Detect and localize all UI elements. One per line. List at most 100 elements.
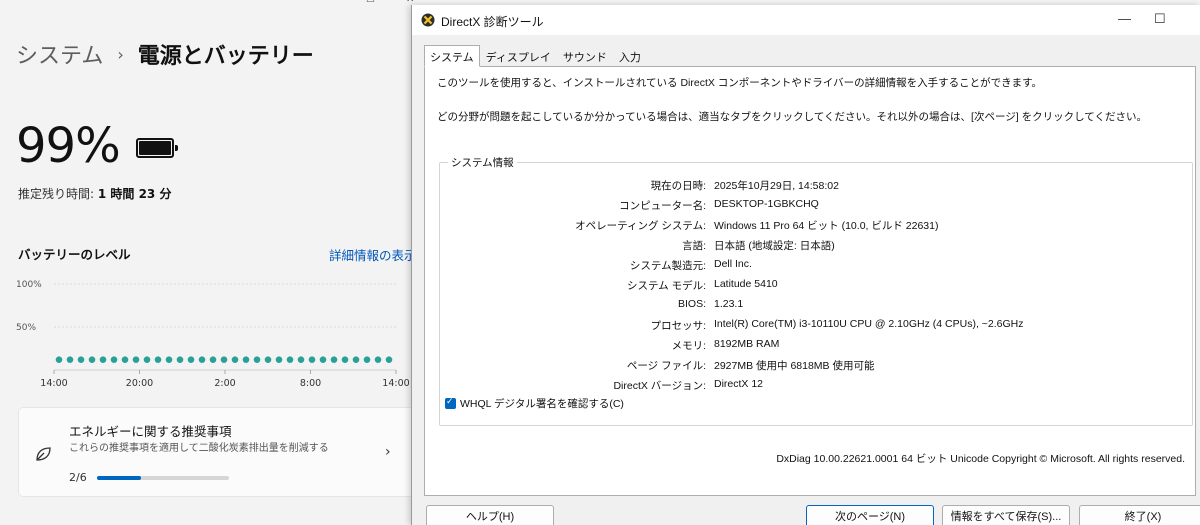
help-button[interactable]: ヘルプ(H): [426, 505, 554, 525]
chart-data-point: [209, 356, 217, 363]
minimize-icon[interactable]: —: [1118, 11, 1131, 26]
system-tab-panel: このツールを使用すると、インストールされている DirectX コンポーネントや…: [424, 66, 1196, 496]
leaf-icon: [36, 447, 51, 461]
chart-data-point: [275, 356, 283, 363]
remaining-time-value: 1 時間 23 分: [97, 187, 172, 201]
chart-data-point: [165, 356, 173, 363]
chart-data-point: [176, 356, 184, 363]
info-value: DESKTOP-1GBKCHQ: [714, 198, 819, 210]
next-page-button[interactable]: 次のページ(N): [806, 505, 934, 525]
chart-data-point: [187, 356, 195, 363]
info-value: Windows 11 Pro 64 ビット (10.0, ビルド 22631): [714, 220, 939, 232]
system-info-group-title: システム情報: [448, 155, 517, 170]
chart-data-point: [330, 356, 338, 363]
chart-data-point: [77, 356, 85, 363]
intro-text-2: どの分野が問題を起こしているか分かっている場合は、適当なタブをクリックしてくださ…: [437, 111, 1147, 123]
chart-x-tick-label: 14:00: [40, 378, 67, 389]
tab-sound[interactable]: サウンド: [557, 45, 613, 67]
whql-checkbox[interactable]: WHQL デジタル署名を確認する(C): [445, 396, 624, 411]
checkbox-checked-icon[interactable]: [445, 396, 456, 409]
info-row-bios: BIOS: 1.23.1: [440, 298, 1192, 316]
info-value: DirectX 12: [714, 378, 764, 390]
settings-window: — ☐ ✕ システム › 電源とバッテリー 99% 推定残り時間: 1 時間 2…: [0, 0, 430, 525]
info-row-model: システム モデル: Latitude 5410: [440, 278, 1192, 296]
maximize-icon[interactable]: ☐: [366, 0, 378, 6]
chart-data-point: [55, 356, 63, 363]
chart-data-point: [374, 356, 382, 363]
chart-x-tick-label: 20:00: [126, 378, 153, 389]
battery-level-heading: バッテリーのレベル: [18, 247, 131, 262]
chart-data-point: [231, 356, 239, 363]
recommendations-progress-label: 2/6: [69, 471, 87, 484]
info-label: 現在の日時:: [650, 180, 706, 192]
chart-data-point: [220, 356, 228, 363]
chart-data-point: [308, 356, 316, 363]
info-value: Intel(R) Core(TM) i3-10110U CPU @ 2.10GH…: [714, 318, 1024, 330]
show-details-link[interactable]: 詳細情報の表示: [329, 245, 417, 264]
chart-data-point: [66, 356, 74, 363]
minimize-icon[interactable]: —: [328, 0, 340, 6]
dxdiag-version-copyright: DxDiag 10.00.22621.0001 64 ビット Unicode C…: [776, 453, 1185, 465]
info-label: BIOS:: [677, 298, 706, 310]
battery-percentage: 99%: [16, 118, 121, 174]
info-value: 2927MB 使用中 6818MB 使用可能: [714, 360, 875, 372]
tab-display[interactable]: ディスプレイ: [480, 45, 557, 67]
info-label: プロセッサ:: [650, 320, 706, 332]
recommendations-progress-bar: [97, 476, 229, 480]
chart-data-point: [286, 356, 294, 363]
chart-data-point: [110, 356, 118, 363]
info-label: システム製造元:: [629, 260, 706, 272]
info-value: Dell Inc.: [714, 258, 752, 270]
dxdiag-titlebar: DirectX 診断ツール — ☐: [412, 5, 1200, 35]
info-label: DirectX バージョン:: [613, 380, 706, 392]
chart-x-tick-label: 2:00: [214, 378, 235, 389]
info-row-memory: メモリ: 8192MB RAM: [440, 338, 1192, 356]
tab-system[interactable]: システム: [424, 45, 480, 67]
chart-data-point: [352, 356, 360, 363]
info-row-computer-name: コンピューター名: DESKTOP-1GBKCHQ: [440, 198, 1192, 216]
system-info-group: システム情報 現在の日時: 2025年10月29日, 14:58:02 コンピュ…: [439, 155, 1193, 426]
battery-icon: [136, 138, 178, 158]
tab-list: システム ディスプレイ サウンド 入力: [424, 45, 647, 67]
info-label: 言語:: [682, 240, 706, 252]
chevron-right-icon: ›: [117, 44, 124, 64]
chart-data-point: [242, 356, 250, 363]
chart-data-point: [198, 356, 206, 363]
info-row-processor: プロセッサ: Intel(R) Core(TM) i3-10110U CPU @…: [440, 318, 1192, 336]
maximize-icon[interactable]: ☐: [1154, 11, 1166, 27]
info-value: 日本語 (地域設定: 日本語): [714, 240, 835, 252]
chart-data-point: [253, 356, 261, 363]
tab-input[interactable]: 入力: [613, 45, 647, 67]
remaining-time: 推定残り時間: 1 時間 23 分: [18, 185, 171, 202]
info-value: 1.23.1: [714, 298, 744, 310]
info-label: メモリ:: [671, 340, 706, 352]
chart-data-point: [264, 356, 272, 363]
chart-data-point: [121, 356, 129, 363]
chart-data-point: [363, 356, 371, 363]
chart-data-point: [99, 356, 107, 363]
energy-recommendations-card[interactable]: エネルギーに関する推奨事項 これらの推奨事項を適用して二酸化炭素排出量を削減する…: [18, 407, 418, 497]
info-label: ページ ファイル:: [626, 360, 706, 372]
chart-data-point: [88, 356, 96, 363]
whql-checkbox-label[interactable]: WHQL デジタル署名を確認する(C): [460, 396, 624, 411]
chart-data-point: [132, 356, 140, 363]
recommendations-subtitle: これらの推奨事項を適用して二酸化炭素排出量を削減する: [69, 443, 329, 454]
breadcrumb-system[interactable]: システム: [16, 38, 103, 70]
info-row-page-file: ページ ファイル: 2927MB 使用中 6818MB 使用可能: [440, 358, 1192, 376]
chart-x-tick-label: 8:00: [300, 378, 321, 389]
info-label: オペレーティング システム:: [575, 220, 706, 232]
save-all-info-button[interactable]: 情報をすべて保存(S)...: [942, 505, 1070, 525]
chart-data-point: [297, 356, 305, 363]
info-value: 8192MB RAM: [714, 338, 780, 350]
info-row-datetime: 現在の日時: 2025年10月29日, 14:58:02: [440, 178, 1192, 196]
info-value: 2025年10月29日, 14:58:02: [714, 180, 839, 192]
info-row-language: 言語: 日本語 (地域設定: 日本語): [440, 238, 1192, 256]
info-row-manufacturer: システム製造元: Dell Inc.: [440, 258, 1192, 276]
chart-data-point: [385, 356, 393, 363]
recommendations-title: エネルギーに関する推奨事項: [69, 424, 232, 439]
exit-button[interactable]: 終了(X): [1079, 505, 1200, 525]
chevron-right-icon: ›: [385, 444, 391, 460]
info-label: システム モデル:: [626, 280, 706, 292]
chart-data-point: [143, 356, 151, 363]
recommendations-progress-fill: [97, 476, 141, 480]
